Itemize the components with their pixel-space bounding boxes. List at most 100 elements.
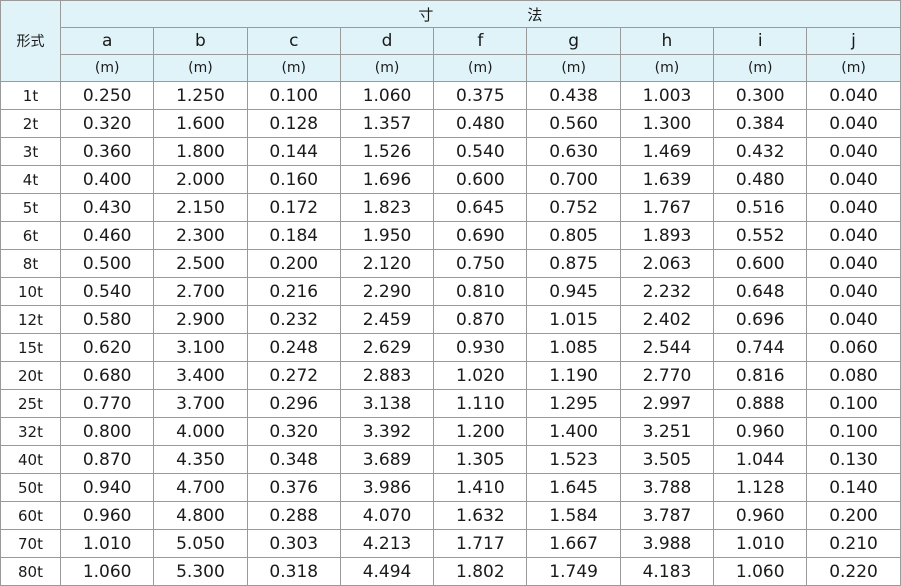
table-row: 3t 0.360 1.800 0.144 1.526 0.540 0.630 1.469 0.4… <box>0 137 901 166</box>
cell-d: 4.494 <box>339 557 435 586</box>
cell-j: 0.040 <box>806 165 901 194</box>
cell-f: 1.717 <box>433 529 528 558</box>
cell-f: 0.645 <box>433 193 528 222</box>
cell-c: 0.200 <box>246 249 341 278</box>
cell-g: 0.630 <box>526 137 621 166</box>
table-row: 1t 0.250 1.250 0.100 1.060 0.375 0.438 1.003 0.3… <box>0 81 901 110</box>
cell-c: 0.348 <box>246 445 341 474</box>
cell-h: 1.003 <box>619 81 715 110</box>
cell-j: 0.040 <box>806 193 901 222</box>
cell-b: 4.700 <box>153 473 248 502</box>
cell-a: 1.060 <box>59 557 155 586</box>
cell-d: 2.883 <box>339 361 435 390</box>
row-type-label: 5t <box>0 193 61 222</box>
cell-f: 0.930 <box>433 333 528 362</box>
column-letter-f: f <box>433 27 528 55</box>
dimension-header-right: 法 <box>527 5 543 24</box>
cell-b: 4.800 <box>153 501 248 530</box>
cell-i: 1.044 <box>713 445 808 474</box>
row-type-label: 3t <box>0 137 61 166</box>
cell-c: 0.248 <box>246 333 341 362</box>
table-row: 12t 0.580 2.900 0.232 2.459 0.870 1.015 2.402 0.… <box>0 305 901 334</box>
cell-a: 0.770 <box>59 389 155 418</box>
cell-i: 0.960 <box>713 501 808 530</box>
cell-j: 0.040 <box>806 305 901 334</box>
column-letter-d: d <box>339 27 435 55</box>
cell-h: 2.063 <box>619 249 715 278</box>
cell-d: 3.392 <box>339 417 435 446</box>
cell-i: 1.128 <box>713 473 808 502</box>
cell-h: 3.251 <box>619 417 715 446</box>
cell-g: 1.749 <box>526 557 621 586</box>
column-unit-b: (m) <box>153 54 248 82</box>
table-row: 8t 0.500 2.500 0.200 2.120 0.750 0.875 2.063 0.6… <box>0 249 901 278</box>
row-type-label: 25t <box>0 389 61 418</box>
cell-a: 0.540 <box>59 277 155 306</box>
cell-j: 0.040 <box>806 81 901 110</box>
dimension-table: 形式 寸法 abcdfghij (m) (m) (m) (m) (m) (m) (m) (m)… <box>0 0 901 586</box>
cell-a: 0.460 <box>59 221 155 250</box>
cell-h: 4.183 <box>619 557 715 586</box>
cell-b: 1.600 <box>153 109 248 138</box>
cell-d: 4.213 <box>339 529 435 558</box>
column-unit-f: (m) <box>433 54 528 82</box>
cell-j: 0.220 <box>806 557 901 586</box>
row-type-label: 20t <box>0 361 61 390</box>
row-type-label: 10t <box>0 277 61 306</box>
cell-g: 1.645 <box>526 473 621 502</box>
cell-d: 1.357 <box>339 109 435 138</box>
dimension-header-left: 寸 <box>418 5 434 24</box>
cell-f: 0.540 <box>433 137 528 166</box>
cell-b: 2.150 <box>153 193 248 222</box>
cell-i: 0.300 <box>713 81 808 110</box>
cell-a: 0.580 <box>59 305 155 334</box>
table-row: 50t 0.940 4.700 0.376 3.986 1.410 1.645 3.788 1.… <box>0 473 901 502</box>
cell-g: 0.700 <box>526 165 621 194</box>
cell-i: 0.648 <box>713 277 808 306</box>
cell-b: 3.400 <box>153 361 248 390</box>
cell-d: 1.823 <box>339 193 435 222</box>
cell-g: 1.015 <box>526 305 621 334</box>
cell-f: 1.802 <box>433 557 528 586</box>
column-unit-a: (m) <box>59 54 155 82</box>
cell-i: 0.816 <box>713 361 808 390</box>
cell-a: 0.360 <box>59 137 155 166</box>
row-type-label: 6t <box>0 221 61 250</box>
type-header: 形式 <box>0 0 61 82</box>
cell-b: 2.500 <box>153 249 248 278</box>
cell-d: 3.986 <box>339 473 435 502</box>
cell-g: 0.805 <box>526 221 621 250</box>
cell-a: 1.010 <box>59 529 155 558</box>
cell-h: 2.770 <box>619 361 715 390</box>
cell-a: 0.250 <box>59 81 155 110</box>
cell-b: 3.100 <box>153 333 248 362</box>
cell-h: 3.788 <box>619 473 715 502</box>
cell-c: 0.296 <box>246 389 341 418</box>
table-row: 25t 0.770 3.700 0.296 3.138 1.110 1.295 2.997 0.… <box>0 389 901 418</box>
table-row: 5t 0.430 2.150 0.172 1.823 0.645 0.752 1.767 0.5… <box>0 193 901 222</box>
cell-f: 1.410 <box>433 473 528 502</box>
table-row: 6t 0.460 2.300 0.184 1.950 0.690 0.805 1.893 0.5… <box>0 221 901 250</box>
cell-b: 2.900 <box>153 305 248 334</box>
cell-j: 0.040 <box>806 249 901 278</box>
cell-h: 1.300 <box>619 109 715 138</box>
cell-g: 1.523 <box>526 445 621 474</box>
column-unit-c: (m) <box>246 54 341 82</box>
cell-d: 1.950 <box>339 221 435 250</box>
column-letter-i: i <box>713 27 808 55</box>
cell-i: 0.744 <box>713 333 808 362</box>
cell-j: 0.100 <box>806 389 901 418</box>
cell-c: 0.288 <box>246 501 341 530</box>
cell-f: 1.200 <box>433 417 528 446</box>
cell-h: 3.787 <box>619 501 715 530</box>
cell-f: 0.870 <box>433 305 528 334</box>
cell-i: 1.060 <box>713 557 808 586</box>
column-unit-h: (m) <box>619 54 715 82</box>
cell-i: 0.888 <box>713 389 808 418</box>
cell-f: 0.690 <box>433 221 528 250</box>
cell-c: 0.303 <box>246 529 341 558</box>
cell-a: 0.870 <box>59 445 155 474</box>
cell-b: 2.300 <box>153 221 248 250</box>
cell-i: 0.384 <box>713 109 808 138</box>
cell-f: 0.750 <box>433 249 528 278</box>
